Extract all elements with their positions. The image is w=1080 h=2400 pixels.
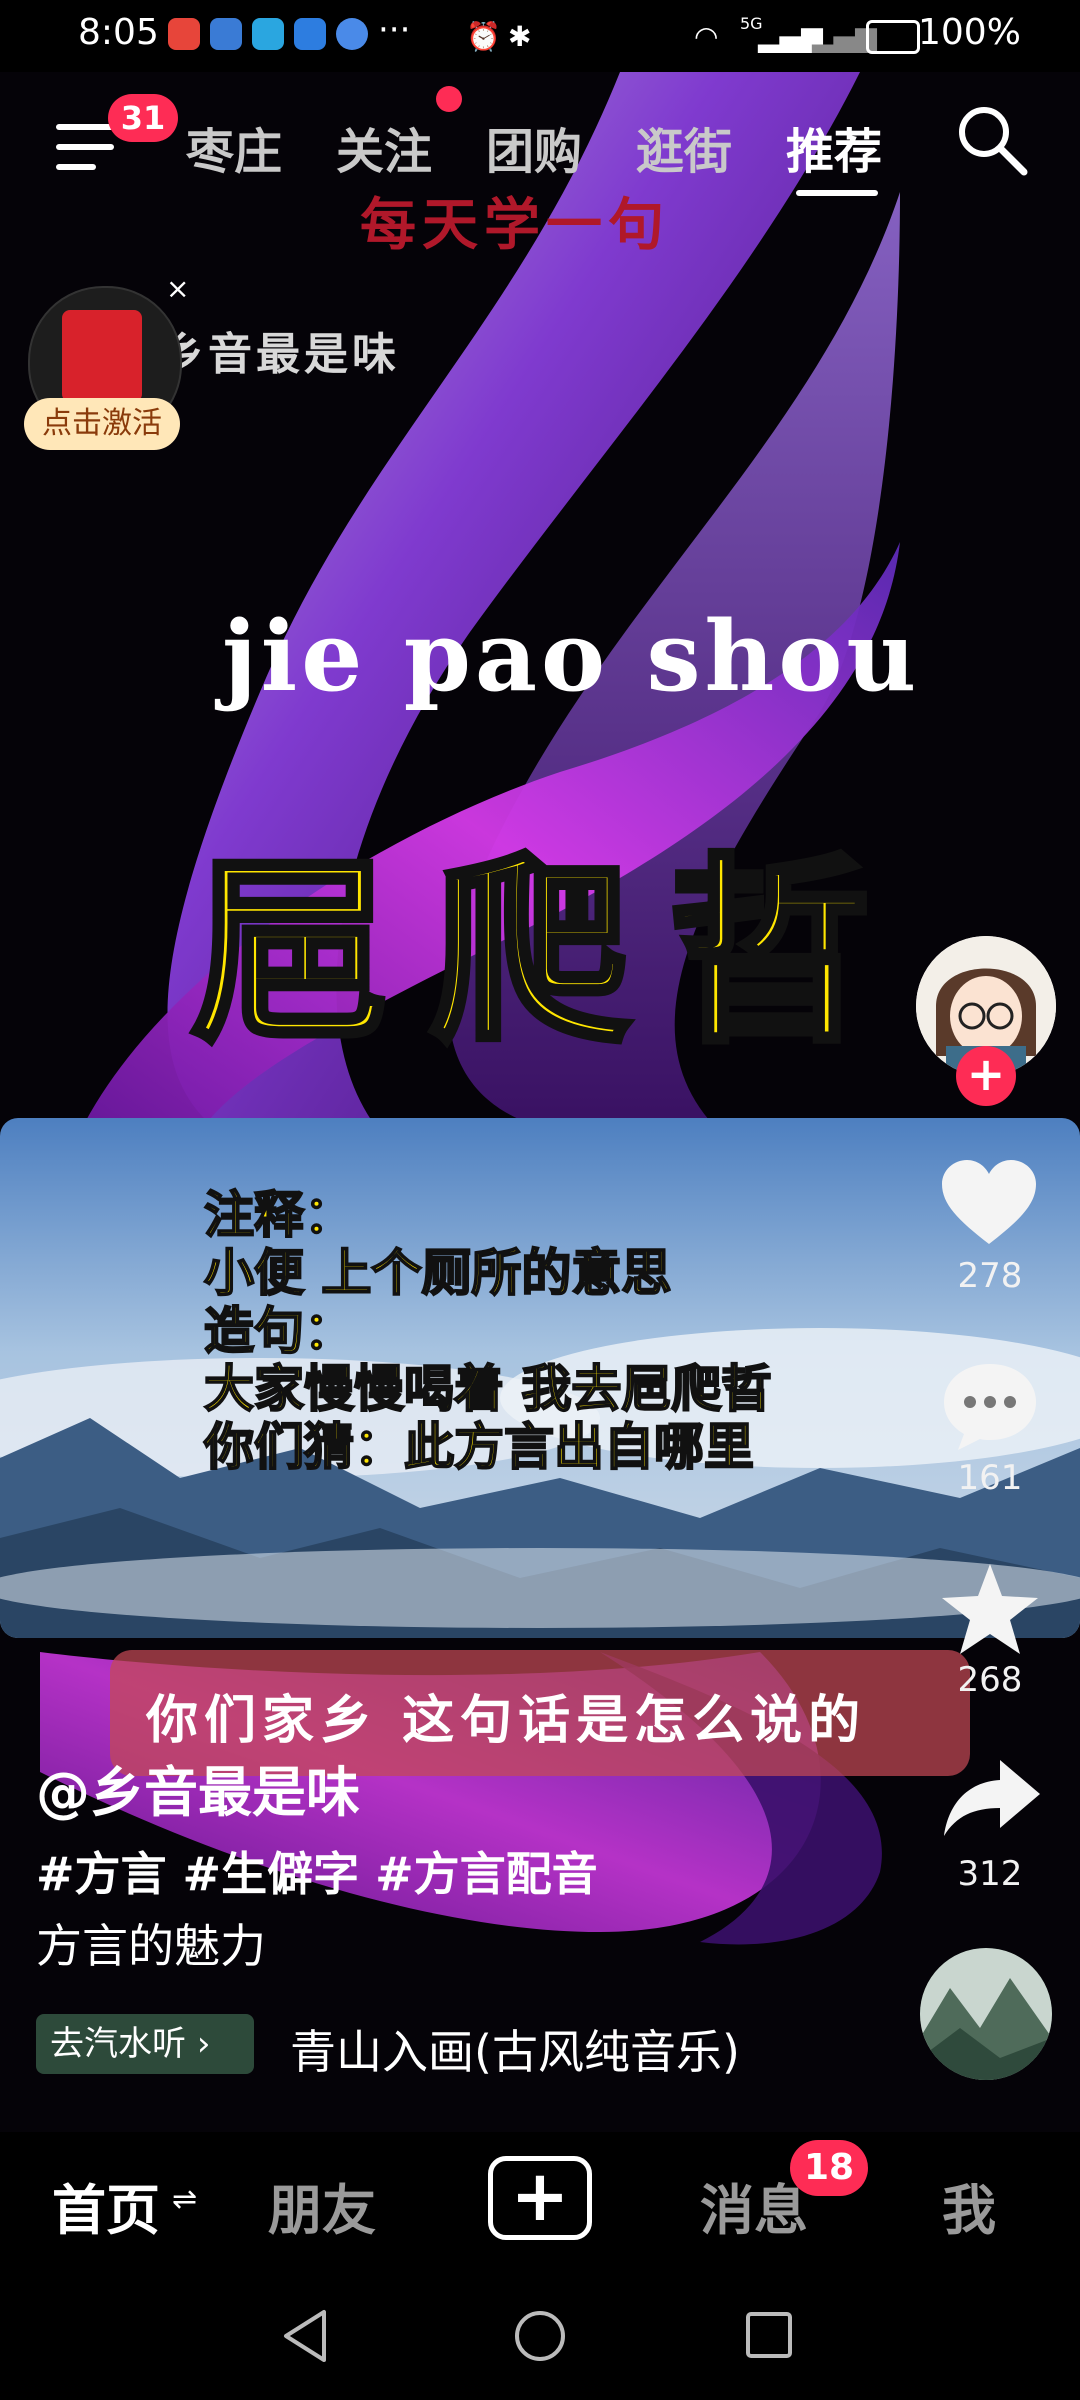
- tab-zaozhuang[interactable]: 枣庄: [186, 112, 282, 182]
- share-count: 312: [957, 1854, 1023, 1894]
- explanation-line: 你们猜：此方言出自哪里: [203, 1417, 755, 1477]
- browser-app-icon: [336, 18, 368, 50]
- question-text: 你们家乡 这句话是怎么说的: [146, 1690, 867, 1751]
- heart-icon[interactable]: [938, 1158, 1040, 1248]
- explanation-text: 注释： 小便 上个厕所的意思 造句： 大家慢慢喝着 我去㞎爬晢 你们猜：此方言出…: [203, 1185, 772, 1477]
- music-disc[interactable]: [920, 1948, 1052, 2080]
- status-time: 8:05: [78, 12, 159, 53]
- back-triangle-icon[interactable]: [280, 2308, 330, 2364]
- nav-me[interactable]: 我: [942, 2166, 996, 2245]
- follow-plus-button[interactable]: +: [956, 1046, 1016, 1106]
- more-notifications-icon: ···: [378, 10, 411, 50]
- shield-app-icon: [210, 18, 242, 50]
- search-icon[interactable]: [954, 102, 1030, 178]
- explanation-line: 注释：: [203, 1185, 355, 1245]
- home-circle-icon[interactable]: [512, 2308, 568, 2364]
- explanation-line: 大家慢慢喝着 我去㞎爬晢: [203, 1359, 772, 1419]
- nav-friends[interactable]: 朋友: [268, 2166, 376, 2245]
- create-button[interactable]: +: [488, 2155, 592, 2240]
- bottom-navigation: 首页 ⇌ 朋友 + 消息 18 我: [0, 2132, 1080, 2268]
- red-envelope-icon: [62, 310, 142, 402]
- like-count: 278: [957, 1256, 1023, 1296]
- cloud-app-icon: [252, 18, 284, 50]
- explanation-line: 造句：: [203, 1301, 355, 1361]
- menu-icon[interactable]: [56, 124, 114, 172]
- tab-group-buy[interactable]: 团购: [486, 112, 582, 182]
- tab-shopping[interactable]: 逛街: [636, 112, 732, 182]
- active-tab-indicator: [796, 190, 878, 196]
- plus-icon: +: [510, 2155, 570, 2237]
- author-name[interactable]: @乡音最是味: [36, 1748, 360, 1827]
- wifi-icon: ◠: [694, 20, 719, 53]
- dialect-word: 㞎爬晢: [187, 834, 911, 1073]
- app-notification-icon: [168, 18, 200, 50]
- activate-button[interactable]: 点击激活: [24, 398, 180, 450]
- search-app-icon: [294, 18, 326, 50]
- menu-notification-badge: 31: [108, 94, 178, 142]
- message-badge: 18: [790, 2140, 868, 2196]
- bluetooth-icon: ✱: [508, 20, 532, 53]
- following-new-dot: [436, 86, 462, 112]
- favorite-count: 268: [957, 1660, 1023, 1700]
- tab-following[interactable]: 关注: [336, 112, 432, 182]
- chevron-right-icon: ›: [196, 2024, 211, 2064]
- pinyin-text: jie pao shou: [222, 600, 921, 713]
- top-navigation: 31 枣庄 关注 团购 逛街 推荐: [0, 86, 1080, 208]
- music-title[interactable]: 青山入画(古风纯音乐): [290, 2016, 740, 2082]
- share-icon[interactable]: [940, 1756, 1044, 1840]
- hashtags[interactable]: #方言 #生僻字 #方言配音: [36, 1838, 598, 1904]
- alarm-icon: ⏰: [466, 20, 501, 53]
- channel-watermark: 乡音最是味: [160, 329, 400, 380]
- recents-square-icon[interactable]: [744, 2310, 794, 2360]
- nav-home[interactable]: 首页: [52, 2166, 160, 2245]
- listen-on-qishui-button[interactable]: 去汽水听 ›: [36, 2014, 254, 2074]
- explanation-line: 小便 上个厕所的意思: [203, 1243, 672, 1303]
- comment-icon[interactable]: [940, 1360, 1040, 1452]
- comment-count: 161: [957, 1458, 1023, 1498]
- close-icon[interactable]: ×: [166, 272, 189, 305]
- tab-recommended[interactable]: 推荐: [786, 112, 882, 182]
- star-icon[interactable]: [938, 1560, 1042, 1658]
- battery-icon: [866, 20, 920, 54]
- battery-level: 100%: [918, 12, 1021, 53]
- feed-switch-icon[interactable]: ⇌: [172, 2182, 197, 2217]
- video-description: 方言的魅力: [36, 1919, 266, 1973]
- listen-button-label: 去汽水听: [50, 2024, 186, 2064]
- system-navigation-bar: [0, 2268, 1080, 2400]
- status-bar: 8:05 ··· ⏰ ✱ ◠ 5G ▂▄▆ ▂▄▆ 100%: [0, 0, 1080, 72]
